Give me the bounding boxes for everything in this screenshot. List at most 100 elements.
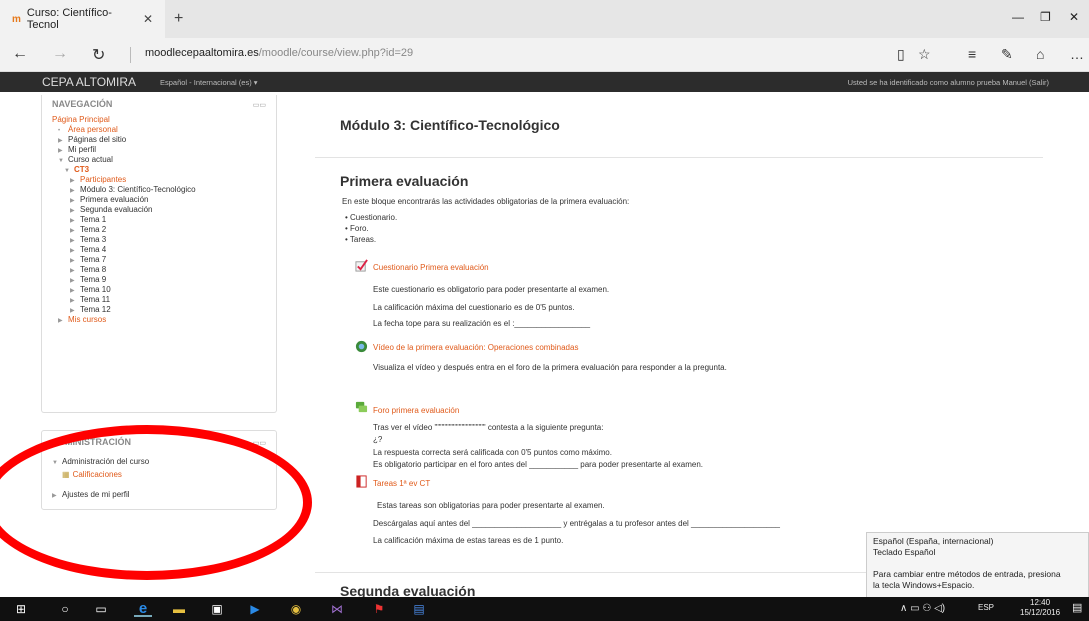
grades-link[interactable]: ▦ Calificaciones (62, 470, 122, 480)
web-note-icon[interactable]: ✎ (1001, 46, 1013, 63)
profile-settings-item[interactable]: ▶ Ajustes de mi perfil (52, 490, 130, 500)
nav-item[interactable]: ▶ Participantes (52, 175, 196, 185)
video-link[interactable]: Vídeo de la primera evaluación: Operacio… (373, 343, 578, 352)
nav-item[interactable]: ▼ Curso actual (52, 155, 196, 165)
share-icon[interactable]: ⌂ (1036, 46, 1044, 62)
nav-item[interactable]: ▶ Mis cursos (52, 315, 196, 325)
media-player-icon[interactable]: ▶ (246, 601, 264, 617)
nav-item-label: Mi perfil (68, 145, 97, 154)
nav-item-label: CT3 (74, 165, 90, 174)
nav-item-label: Mis cursos (68, 315, 107, 324)
hub-icon[interactable]: ≡ (968, 46, 976, 62)
nav-item[interactable]: ▶ Tema 11 (52, 295, 196, 305)
navigation-block: NAVEGACIÓN ▭▭ Página Principal • Área pers… (41, 95, 277, 413)
address-bar: ← → ↻ moodlecepaaltomira.es/moodle/cours… (0, 38, 1089, 72)
url-field[interactable]: moodlecepaaltomira.es/moodle/course/view… (145, 47, 413, 59)
nav-item[interactable]: ▶ Tema 9 (52, 275, 196, 285)
video-line: Visualiza el vídeo y después entra en el… (373, 363, 727, 372)
nav-item-label: Tema 12 (80, 305, 111, 314)
tooltip-line: Para cambiar entre métodos de entrada, p… (873, 569, 1061, 579)
tasks-link[interactable]: Tareas 1ª ev CT (373, 479, 430, 488)
word-icon[interactable]: ▤ (410, 601, 428, 617)
nav-item[interactable]: Página Principal (52, 115, 196, 125)
nav-item[interactable]: ▶ Tema 4 (52, 245, 196, 255)
task-view-icon[interactable]: ▭ (92, 601, 110, 617)
clock[interactable]: 12:40 15/12/2016 (1020, 598, 1060, 618)
restore-icon[interactable]: ❐ (1040, 10, 1051, 24)
forum-line: Tras ver el vídeo """""""""""""""""" con… (373, 423, 604, 432)
nav-item-label: Tema 2 (80, 225, 107, 234)
forum-line: ¿? (373, 435, 383, 444)
collapsed-arrow-icon: ▶ (58, 318, 63, 324)
notifications-icon[interactable]: ▤ (1072, 601, 1082, 614)
new-tab-button[interactable]: + (174, 10, 183, 28)
tab-title: Curso: Científico-Tecnol (26, 7, 112, 31)
nav-item[interactable]: ▶ Tema 7 (52, 255, 196, 265)
moodle-favicon-icon: m (12, 13, 21, 25)
tasks-line: La calificación máxima de estas tareas e… (373, 536, 564, 545)
nav-item[interactable]: ▶ Primera evaluación (52, 195, 196, 205)
login-info[interactable]: Usted se ha identificado como alumno pru… (848, 78, 1049, 87)
nav-item-label: Módulo 3: Científico-Tecnológico (80, 185, 196, 194)
visual-studio-icon[interactable]: ⋈ (328, 601, 346, 617)
input-method-tooltip: Español (España, internacional) Teclado … (866, 532, 1089, 600)
quiz-line: La calificación máxima del cuestionario … (373, 303, 575, 312)
window-close-icon[interactable]: ✕ (1069, 10, 1079, 24)
assignment-icon (356, 475, 367, 488)
course-content: Módulo 3: Científico-Tecnológico Primera… (315, 95, 1043, 599)
pdf-reader-icon[interactable]: ⚑ (370, 601, 388, 617)
moodle-navbar: CEPA ALTOMIRA Español - Internacional (e… (0, 72, 1089, 92)
chrome-icon[interactable]: ◉ (287, 601, 305, 617)
nav-item[interactable]: ▶ Páginas del sitio (52, 135, 196, 145)
back-icon[interactable]: ← (12, 45, 28, 63)
quiz-link[interactable]: Cuestionario Primera evaluación (373, 263, 489, 272)
nav-item[interactable]: • Área personal (52, 125, 196, 135)
tasks-line: Descárgalas aquí antes del _____________… (373, 519, 780, 528)
nav-item[interactable]: ▶ Mi perfil (52, 145, 196, 155)
nav-item-label: Páginas del sitio (68, 135, 127, 144)
nav-item[interactable]: ▶ Tema 2 (52, 225, 196, 235)
expanded-arrow-icon: ▼ (52, 460, 58, 466)
nav-item[interactable]: ▶ Tema 10 (52, 285, 196, 295)
browser-tab[interactable]: m Curso: Científico-Tecnol ✕ (0, 0, 165, 38)
block-controls-icon[interactable]: ▭▭ (253, 101, 266, 109)
close-tab-icon[interactable]: ✕ (143, 12, 153, 26)
nav-item-label: Primera evaluación (80, 195, 149, 204)
nav-item-label: Tema 9 (80, 275, 107, 284)
nav-item-label: Tema 1 (80, 215, 107, 224)
more-icon[interactable]: … (1070, 46, 1084, 62)
reading-view-icon[interactable]: ▯ (897, 46, 905, 63)
nav-item[interactable]: ▶ Tema 1 (52, 215, 196, 225)
input-language-indicator[interactable]: ESP (978, 603, 994, 612)
nav-item[interactable]: ▼ CT3 (52, 165, 196, 175)
nav-item-label: Curso actual (68, 155, 113, 164)
nav-item-label: Tema 4 (80, 245, 107, 254)
minimize-icon[interactable]: — (1012, 10, 1024, 24)
store-icon[interactable]: ▣ (208, 601, 226, 617)
admin-block-controls-icon[interactable]: ▭▭ (253, 439, 266, 447)
course-admin-item[interactable]: ▼ Administración del curso (52, 457, 149, 467)
forum-link[interactable]: Foro primera evaluación (373, 406, 459, 415)
site-brand[interactable]: CEPA ALTOMIRA (42, 75, 136, 89)
file-explorer-icon[interactable]: ▬ (170, 601, 188, 617)
nav-item[interactable]: ▶ Módulo 3: Científico-Tecnológico (52, 185, 196, 195)
nav-item-label: Área personal (68, 125, 118, 134)
cortana-search-icon[interactable]: ○ (56, 601, 74, 617)
tray-icons[interactable]: ∧ ▭ ⚇ ◁) (900, 603, 945, 614)
edge-browser-icon[interactable]: e (134, 600, 152, 617)
nav-item[interactable]: ▶ Tema 8 (52, 265, 196, 275)
nav-item[interactable]: ▶ Tema 3 (52, 235, 196, 245)
grades-icon: ▦ (62, 470, 70, 479)
nav-item-label: Tema 10 (80, 285, 111, 294)
refresh-icon[interactable]: ↻ (92, 45, 105, 65)
administration-block: ADMINISTRACIÓN ▭▭ ▼ Administración del cu… (41, 430, 277, 510)
forward-icon[interactable]: → (52, 45, 68, 63)
section-intro: En este bloque encontrarás las actividad… (342, 197, 630, 206)
favorite-star-icon[interactable]: ☆ (918, 46, 931, 63)
nav-item-label: Participantes (80, 175, 127, 184)
nav-item[interactable]: ▶ Tema 12 (52, 305, 196, 315)
language-menu[interactable]: Español - Internacional (es) ▾ (160, 78, 258, 87)
divider (315, 157, 1043, 158)
nav-item[interactable]: ▶ Segunda evaluación (52, 205, 196, 215)
windows-start-icon[interactable]: ⊞ (12, 601, 30, 617)
